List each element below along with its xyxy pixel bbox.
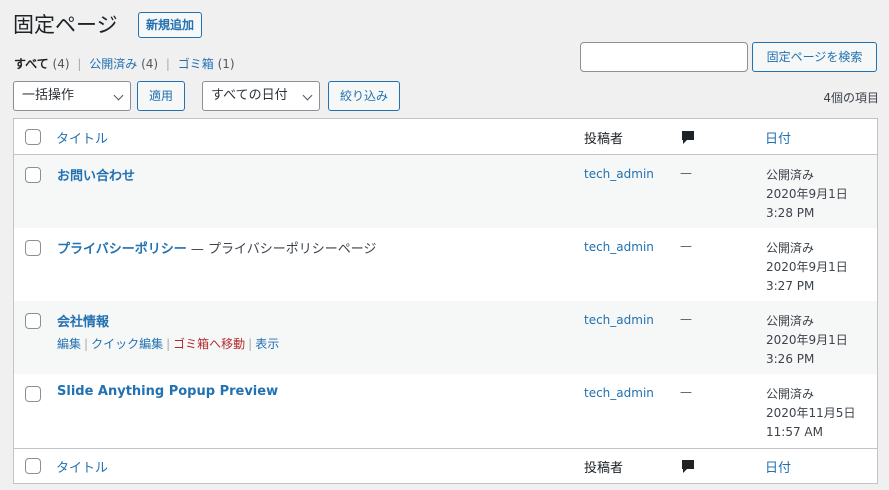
date-cell: 公開済み 2020年9月1日 3:26 PM xyxy=(766,312,848,369)
page-title-link[interactable]: お問い合わせ xyxy=(57,165,135,184)
comment-count: — xyxy=(680,166,692,180)
column-title-footer[interactable]: タイトル xyxy=(56,457,108,476)
column-author-footer: 投稿者 xyxy=(584,461,624,476)
post-status: 公開済み xyxy=(766,168,815,182)
date-filter-value: すべての日付 xyxy=(211,88,288,103)
page-title: 固定ページ xyxy=(13,13,118,37)
view-published-count: (4) xyxy=(141,57,159,71)
post-date: 2020年9月1日 xyxy=(766,333,848,347)
view-filters: すべて (4) | 公開済み (4) | ゴミ箱 (1) xyxy=(14,55,235,72)
view-trash-link[interactable]: ゴミ箱 xyxy=(178,57,214,71)
column-date-header[interactable]: 日付 xyxy=(765,128,791,147)
bulk-action-select[interactable]: 一括操作 xyxy=(13,81,131,111)
page-title-link[interactable]: プライバシーポリシー xyxy=(57,242,187,257)
action-separator: | xyxy=(166,337,171,351)
page-title-cell: プライバシーポリシー — プライバシーポリシーページ xyxy=(57,238,377,257)
post-status: 公開済み xyxy=(766,241,815,255)
post-time: 3:27 PM xyxy=(766,279,815,293)
date-filter-select[interactable]: すべての日付 xyxy=(202,81,320,111)
comment-count: — xyxy=(680,239,692,253)
apply-button[interactable]: 適用 xyxy=(137,81,185,111)
table-row: プライバシーポリシー — プライバシーポリシーページ tech_admin — … xyxy=(14,228,877,301)
view-separator: | xyxy=(77,57,82,71)
post-time: 3:26 PM xyxy=(766,352,815,366)
table-header: タイトル 投稿者 日付 xyxy=(14,119,877,155)
pages-table: タイトル 投稿者 日付 お問い合わせ tech_admin — 公開済み 202… xyxy=(13,118,878,484)
trash-link[interactable]: ゴミ箱へ移動 xyxy=(173,337,245,351)
search-pages-button[interactable]: 固定ページを検索 xyxy=(752,42,877,72)
row-checkbox[interactable] xyxy=(25,386,41,402)
view-link[interactable]: 表示 xyxy=(255,337,279,351)
edit-link[interactable]: 編集 xyxy=(57,337,81,351)
row-actions: 編集 | クイック編集 | ゴミ箱へ移動 | 表示 xyxy=(57,335,279,352)
bulk-action-value: 一括操作 xyxy=(22,88,75,103)
author-link[interactable]: tech_admin xyxy=(584,240,654,254)
post-date: 2020年9月1日 xyxy=(766,187,848,201)
table-row: 会社情報 編集 | クイック編集 | ゴミ箱へ移動 | 表示 tech_admin — 公開… xyxy=(14,301,877,374)
page-title-link[interactable]: Slide Anything Popup Preview xyxy=(57,384,278,399)
comment-bubble-icon[interactable] xyxy=(681,459,695,478)
page-title-link[interactable]: 会社情報 xyxy=(57,311,109,330)
view-separator: | xyxy=(165,57,170,71)
post-date: 2020年9月1日 xyxy=(766,260,848,274)
action-separator: | xyxy=(84,337,89,351)
action-separator: | xyxy=(248,337,253,351)
view-all-link[interactable]: すべて xyxy=(14,57,49,71)
author-link[interactable]: tech_admin xyxy=(584,386,654,400)
add-new-button[interactable]: 新規追加 xyxy=(138,12,203,38)
author-link[interactable]: tech_admin xyxy=(584,313,654,327)
row-checkbox[interactable] xyxy=(25,240,41,256)
table-footer: タイトル 投稿者 日付 xyxy=(14,448,877,483)
chevron-down-icon xyxy=(302,90,313,101)
view-published-link[interactable]: 公開済み xyxy=(89,57,137,71)
view-trash-count: (1) xyxy=(217,57,235,71)
post-status: 公開済み xyxy=(766,314,815,328)
author-link[interactable]: tech_admin xyxy=(584,167,654,181)
post-date: 2020年11月5日 xyxy=(766,406,856,420)
items-count: 4個の項目 xyxy=(823,91,879,105)
quick-edit-link[interactable]: クイック編集 xyxy=(91,337,163,351)
search-input[interactable] xyxy=(580,42,748,72)
table-row: Slide Anything Popup Preview tech_admin … xyxy=(14,374,877,448)
filter-button[interactable]: 絞り込み xyxy=(328,81,400,111)
chevron-down-icon xyxy=(113,90,124,101)
select-all-checkbox[interactable] xyxy=(25,129,41,145)
select-all-checkbox-footer[interactable] xyxy=(25,458,41,474)
table-row: お問い合わせ tech_admin — 公開済み 2020年9月1日 3:28 … xyxy=(14,155,877,228)
row-checkbox[interactable] xyxy=(25,167,41,183)
post-time: 11:57 AM xyxy=(766,425,823,439)
column-date-footer[interactable]: 日付 xyxy=(765,457,791,476)
post-time: 3:28 PM xyxy=(766,206,815,220)
view-all-count: (4) xyxy=(52,57,70,71)
row-checkbox[interactable] xyxy=(25,313,41,329)
comment-bubble-icon[interactable] xyxy=(681,130,695,149)
column-author-header: 投稿者 xyxy=(584,132,624,147)
date-cell: 公開済み 2020年11月5日 11:57 AM xyxy=(766,385,855,442)
date-cell: 公開済み 2020年9月1日 3:27 PM xyxy=(766,239,848,296)
comment-count: — xyxy=(680,385,692,399)
column-title-header[interactable]: タイトル xyxy=(56,128,108,147)
post-status: 公開済み xyxy=(766,387,815,401)
page-state-label: — プライバシーポリシーページ xyxy=(186,242,377,257)
comment-count: — xyxy=(680,312,692,326)
date-cell: 公開済み 2020年9月1日 3:28 PM xyxy=(766,166,848,223)
